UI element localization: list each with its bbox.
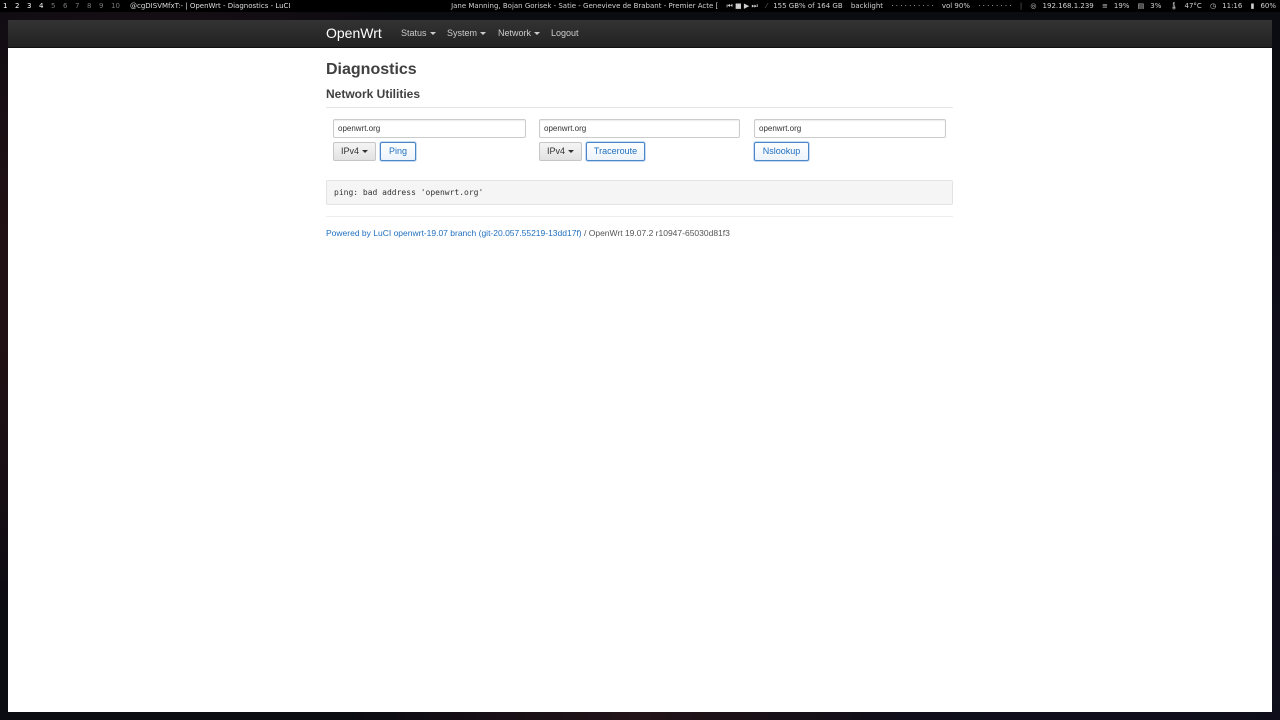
chevron-down-icon	[568, 150, 575, 154]
nav-logout[interactable]: Logout	[551, 27, 579, 39]
network-icon: ◎	[1030, 2, 1037, 10]
volume-label: vol 90%	[941, 2, 970, 10]
chevron-down-icon	[429, 32, 436, 36]
nav-logout-label: Logout	[551, 28, 579, 38]
cpu-icon: ≡	[1101, 2, 1108, 10]
workspace-7[interactable]: 7	[75, 0, 87, 12]
volume-meter: · · · · · · · ·	[978, 2, 1012, 10]
ping-protocol-dropdown[interactable]: IPv4	[333, 142, 376, 161]
footer-separator: /	[581, 228, 589, 238]
now-playing: Jane Manning, Bojan Gorisek - Satie - Ge…	[451, 2, 719, 10]
ping-host-input[interactable]	[333, 119, 526, 138]
battery: 60%	[1260, 2, 1276, 10]
memory-usage: 3%	[1150, 2, 1162, 10]
backlight-meter: · · · · · · · · · ·	[891, 2, 934, 10]
traceroute-host-input[interactable]	[539, 119, 740, 138]
workspace-10[interactable]: 10	[111, 0, 123, 12]
ping-protocol-label: IPv4	[341, 146, 360, 156]
chevron-down-icon	[534, 32, 541, 36]
command-output: ping: bad address 'openwrt.org'	[326, 180, 953, 205]
footer-divider	[326, 216, 953, 217]
nav-status-label: Status	[401, 28, 427, 38]
nav-status[interactable]: Status	[401, 27, 436, 39]
traceroute-button[interactable]: Traceroute	[586, 142, 645, 161]
workspace-4[interactable]: 4	[39, 0, 51, 12]
workspace-list: 1 2 3 4 5 6 7 8 9 10	[3, 0, 123, 12]
backlight-label: backlight	[850, 2, 884, 10]
brand-logo[interactable]: OpenWrt	[326, 24, 382, 42]
openwrt-version: OpenWrt 19.07.2 r10947-65030d81f3	[588, 228, 730, 238]
page-title: Diagnostics	[326, 61, 417, 78]
traceroute-protocol-dropdown[interactable]: IPv4	[539, 142, 582, 161]
workspace-6[interactable]: 6	[63, 0, 75, 12]
nav-network[interactable]: Network	[498, 27, 541, 39]
navbar: OpenWrt Status System Network Logout	[8, 20, 1272, 48]
nslookup-host-input[interactable]	[754, 119, 946, 138]
traceroute-protocol-label: IPv4	[547, 146, 566, 156]
footer: Powered by LuCI openwrt-19.07 branch (gi…	[326, 227, 730, 239]
battery-icon: ▮	[1250, 2, 1255, 10]
chevron-down-icon	[480, 32, 487, 36]
workspace-1[interactable]: 1	[3, 0, 15, 12]
chevron-down-icon	[362, 150, 369, 154]
workspace-9[interactable]: 9	[99, 0, 111, 12]
nav-network-label: Network	[498, 28, 532, 38]
disk-usage: 155 GB% of 164 GB	[773, 2, 843, 10]
status-widgets: Jane Manning, Bojan Gorisek - Satie - Ge…	[451, 2, 1276, 10]
ping-button[interactable]: Ping	[380, 142, 416, 161]
workspace-2[interactable]: 2	[15, 0, 27, 12]
active-window-title: @cgDISVMfxT:- | OpenWrt - Diagnostics - …	[130, 2, 291, 10]
nav-system[interactable]: System	[447, 27, 487, 39]
workspace-5[interactable]: 5	[51, 0, 63, 12]
nslookup-button[interactable]: Nslookup	[754, 142, 809, 161]
workspace-3[interactable]: 3	[27, 0, 39, 12]
temperature-icon: 🌡	[1169, 2, 1179, 10]
luci-link[interactable]: Powered by LuCI openwrt-19.07 branch (gi…	[326, 228, 582, 238]
memory-icon: ▤	[1137, 2, 1145, 10]
clock-icon: ◷	[1210, 2, 1217, 10]
cpu-usage: 19%	[1113, 2, 1130, 10]
workspace-8[interactable]: 8	[87, 0, 99, 12]
temperature: 47°C	[1184, 2, 1202, 10]
media-controls[interactable]: ⏮ ■ ▶ ⏭	[727, 2, 758, 10]
section-divider	[326, 107, 953, 108]
ip-address: 192.168.1.239	[1042, 2, 1094, 10]
status-bar: 1 2 3 4 5 6 7 8 9 10 @cgDISVMfxT:- | OpenWrt - Di…	[0, 0, 1280, 12]
clock: 11:16	[1222, 2, 1243, 10]
nav-system-label: System	[447, 28, 478, 38]
browser-window: OpenWrt Status System Network Logout Dia…	[8, 20, 1272, 712]
section-title: Network Utilities	[326, 87, 421, 101]
